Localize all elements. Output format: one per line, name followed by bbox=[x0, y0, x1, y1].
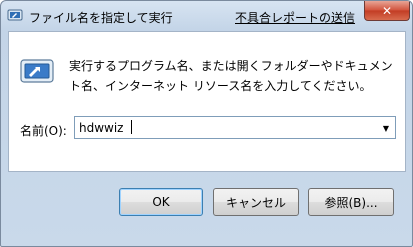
window-title: ファイル名を指定して実行 bbox=[29, 11, 173, 25]
chevron-down-icon[interactable]: ▼ bbox=[380, 121, 392, 135]
report-problem-link[interactable]: 不具合レポートの送信 bbox=[235, 9, 355, 26]
close-icon: ✕ bbox=[381, 3, 393, 18]
program-name-combobox[interactable]: hdwwiz ▼ bbox=[74, 116, 396, 139]
text-cursor bbox=[131, 120, 132, 134]
close-button[interactable]: ✕ bbox=[364, 1, 410, 21]
instruction-text: 実行するプログラム名、または開くフォルダーやドキュメント名、インターネット リソ… bbox=[69, 59, 393, 93]
run-icon bbox=[20, 59, 54, 83]
program-name-input[interactable]: hdwwiz bbox=[79, 121, 123, 135]
name-label: 名前(O): bbox=[20, 124, 67, 138]
run-dialog: ファイル名を指定して実行 不具合レポートの送信 ✕ 実行するプログラム名、または… bbox=[0, 0, 413, 247]
cancel-button[interactable]: キャンセル bbox=[213, 188, 299, 216]
browse-button[interactable]: 参照(B)... bbox=[308, 188, 394, 216]
dialog-content: 実行するプログラム名、または開くフォルダーやドキュメント名、インターネット リソ… bbox=[8, 31, 406, 172]
run-icon bbox=[7, 9, 23, 21]
ok-button[interactable]: OK bbox=[119, 188, 203, 216]
title-bar[interactable]: ファイル名を指定して実行 不具合レポートの送信 ✕ bbox=[1, 1, 412, 31]
